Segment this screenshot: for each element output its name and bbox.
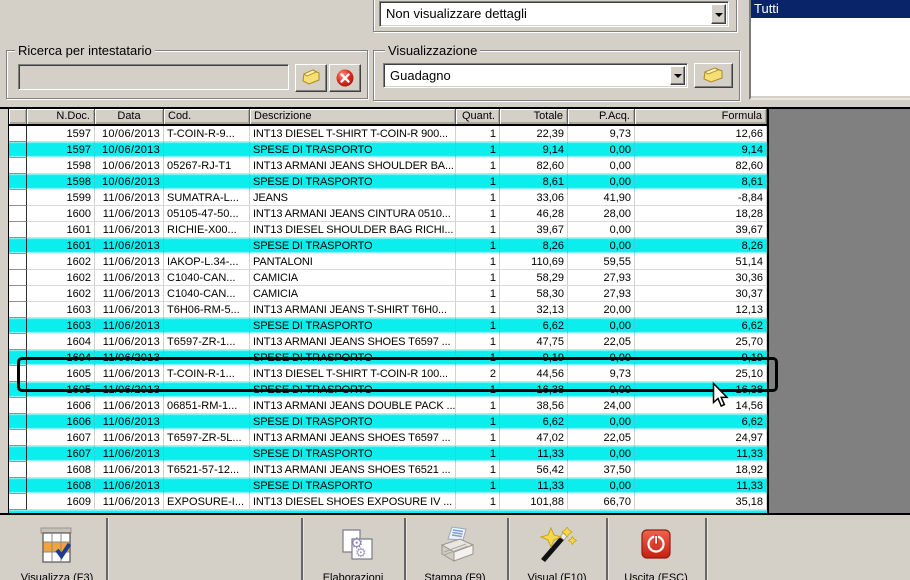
svg-text:⚙: ⚙ <box>355 545 367 560</box>
